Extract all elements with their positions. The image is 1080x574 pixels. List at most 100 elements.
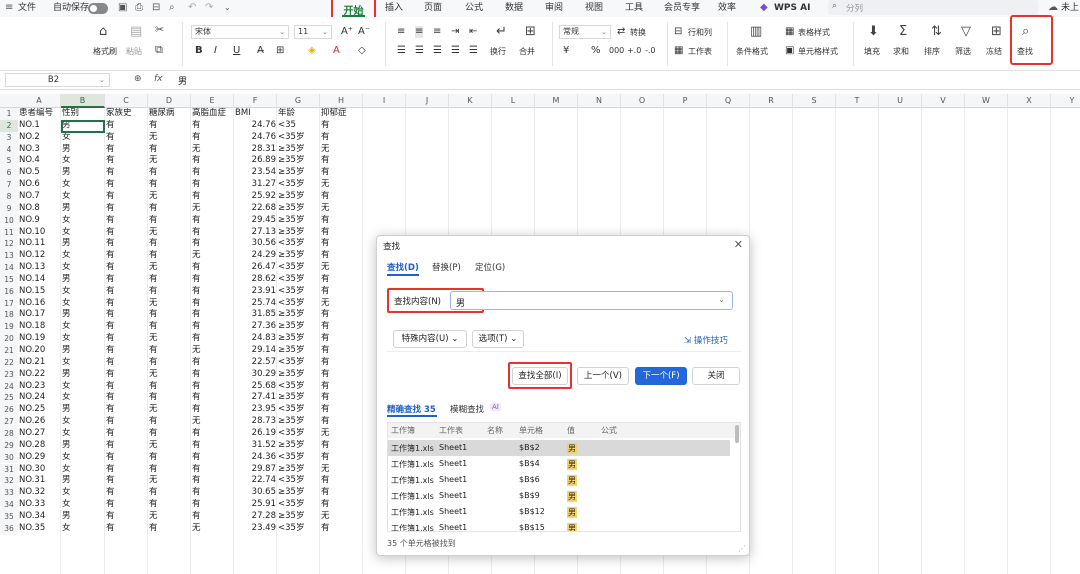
column-header[interactable]: L [492, 94, 535, 108]
column-header[interactable]: J [406, 94, 449, 108]
tab-member[interactable]: 会员专享 [664, 2, 700, 14]
data-cell[interactable]: 女 [62, 428, 71, 440]
column-header[interactable]: O [621, 94, 664, 108]
data-cell[interactable]: 23.91 [234, 286, 276, 298]
header-cell[interactable]: 年龄 [278, 108, 295, 120]
data-cell[interactable]: 女 [62, 499, 71, 511]
row-header[interactable]: 12 [0, 238, 18, 251]
data-cell[interactable]: 无 [149, 132, 158, 144]
close-icon[interactable]: ✕ [734, 238, 743, 251]
data-cell[interactable]: NO.7 [19, 191, 40, 203]
data-cell[interactable]: 有 [321, 274, 330, 286]
data-cell[interactable]: NO.10 [19, 227, 45, 239]
header-cell[interactable]: 糖尿病 [149, 108, 175, 120]
data-cell[interactable]: 有 [149, 381, 158, 393]
paste-icon[interactable]: ▤ [130, 25, 142, 39]
thousands-icon[interactable]: 000 [609, 45, 624, 57]
clear-format-icon[interactable]: ◇ [358, 45, 366, 57]
align-right-icon[interactable]: ☰ [433, 45, 442, 57]
data-cell[interactable]: 有 [192, 167, 201, 179]
data-cell[interactable]: ≥35岁 [278, 333, 304, 345]
fill-color-icon[interactable]: ◈ [308, 45, 316, 57]
data-cell[interactable]: ≥35岁 [278, 487, 304, 499]
data-cell[interactable]: NO.30 [19, 464, 45, 476]
data-cell[interactable]: 有 [149, 250, 158, 262]
data-cell[interactable]: NO.12 [19, 250, 45, 262]
strike-icon[interactable]: A̶ [257, 45, 264, 57]
data-cell[interactable]: 有 [192, 298, 201, 310]
result-row[interactable]: 工作簿1.xls Sheet1 $B$6 男 [388, 472, 730, 488]
data-cell[interactable]: 有 [192, 179, 201, 191]
data-cell[interactable]: 26.47 [234, 262, 276, 274]
data-cell[interactable]: 有 [149, 416, 158, 428]
data-cell[interactable]: 有 [106, 369, 115, 381]
search-input[interactable]: ⌕ 分列 [828, 0, 1038, 15]
data-cell[interactable]: 有 [321, 309, 330, 321]
data-cell[interactable]: <35岁 [278, 132, 304, 144]
wrap-icon[interactable]: ↵ [496, 25, 507, 39]
data-cell[interactable]: 24.83 [234, 333, 276, 345]
data-cell[interactable]: 27.13 [234, 227, 276, 239]
tips-link[interactable]: ⇲ 操作技巧 [684, 334, 728, 346]
data-cell[interactable]: 有 [149, 321, 158, 333]
data-cell[interactable]: NO.28 [19, 440, 45, 452]
data-cell[interactable]: 有 [192, 321, 201, 333]
tab-efficiency[interactable]: 效率 [718, 2, 736, 14]
column-header[interactable]: D [148, 94, 191, 108]
data-cell[interactable]: 23.95 [234, 404, 276, 416]
wrap-button[interactable]: 换行 [490, 47, 506, 57]
data-cell[interactable]: 男 [62, 404, 71, 416]
data-cell[interactable]: 有 [321, 499, 330, 511]
data-cell[interactable]: <35岁 [278, 452, 304, 464]
data-cell[interactable]: 无 [192, 203, 201, 215]
row-header[interactable]: 31 [0, 463, 18, 476]
worksheet-icon[interactable]: ▦ [674, 45, 683, 57]
redo-icon[interactable]: ↷ [205, 2, 213, 14]
row-header[interactable]: 26 [0, 404, 18, 417]
data-cell[interactable]: 无 [321, 144, 330, 156]
data-cell[interactable]: 30.29 [234, 369, 276, 381]
data-cell[interactable]: NO.3 [19, 144, 40, 156]
data-cell[interactable]: 有 [106, 487, 115, 499]
italic-icon[interactable]: I [214, 45, 217, 57]
data-cell[interactable]: 有 [149, 392, 158, 404]
data-cell[interactable]: 女 [62, 286, 71, 298]
data-cell[interactable]: <35岁 [278, 262, 304, 274]
data-cell[interactable]: 有 [192, 511, 201, 523]
data-cell[interactable]: NO.14 [19, 274, 45, 286]
font-name-select[interactable]: 宋体 ⌄ [191, 25, 289, 39]
close-button[interactable]: 关闭 [692, 367, 740, 385]
column-header[interactable]: Q [707, 94, 750, 108]
data-cell[interactable]: 有 [106, 132, 115, 144]
column-header[interactable]: C [105, 94, 148, 108]
row-header[interactable]: 35 [0, 510, 18, 523]
data-cell[interactable]: ≥35岁 [278, 369, 304, 381]
column-header[interactable]: S [793, 94, 836, 108]
data-cell[interactable]: <35 [278, 120, 296, 132]
data-cell[interactable]: 无 [321, 262, 330, 274]
result-row[interactable]: 工作簿1.xls Sheet1 $B$2 男 [388, 440, 730, 456]
sort-icon[interactable]: ⇅ [931, 25, 942, 39]
font-grow-icon[interactable]: A⁺ [341, 26, 353, 38]
data-cell[interactable]: 有 [192, 404, 201, 416]
data-cell[interactable]: NO.18 [19, 321, 45, 333]
data-cell[interactable]: 有 [106, 286, 115, 298]
data-cell[interactable]: NO.5 [19, 167, 40, 179]
data-cell[interactable]: 女 [62, 464, 71, 476]
data-cell[interactable]: 29.45 [234, 215, 276, 227]
zoom-icon[interactable]: ⊕ [134, 74, 142, 84]
data-cell[interactable]: NO.1 [19, 120, 40, 132]
data-cell[interactable]: ≥35岁 [278, 144, 304, 156]
data-cell[interactable]: 有 [321, 191, 330, 203]
data-cell[interactable]: 24.76 [234, 120, 276, 132]
column-header[interactable]: E [191, 94, 234, 108]
column-header[interactable]: K [449, 94, 492, 108]
data-cell[interactable]: 25.68 [234, 381, 276, 393]
row-header[interactable]: 15 [0, 273, 18, 286]
data-cell[interactable]: NO.11 [19, 238, 45, 250]
row-header[interactable]: 3 [0, 131, 18, 144]
tab-replace[interactable]: 替换(P) [432, 261, 461, 273]
data-cell[interactable]: 有 [321, 227, 330, 239]
sum-button[interactable]: 求和 [893, 47, 909, 57]
row-header[interactable]: 28 [0, 427, 18, 440]
